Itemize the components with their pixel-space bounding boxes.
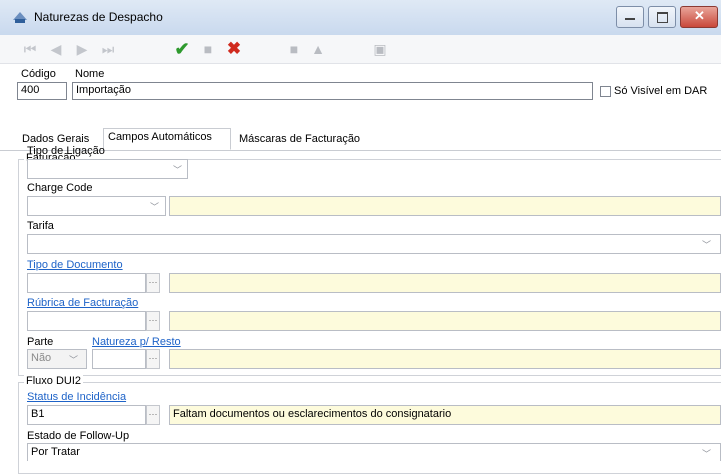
so-visivel-label: Só Visível em DAR: [614, 85, 708, 97]
rubrica-description: [169, 311, 721, 331]
chevron-down-icon: ﹀: [702, 449, 712, 459]
charge-code-label: Charge Code: [27, 182, 93, 194]
tarifa-label: Tarifa: [27, 220, 54, 232]
tipo-documento-link[interactable]: Tipo de Documento: [27, 259, 123, 271]
tipo-documento-field[interactable]: [27, 273, 146, 293]
status-incidencia-lookup-button[interactable]: ···: [146, 405, 160, 425]
tipo-ligacao-select[interactable]: [27, 159, 188, 179]
nome-label: Nome: [75, 68, 105, 80]
minimize-button[interactable]: [616, 6, 644, 28]
cancel-icon[interactable]: ✖: [224, 39, 244, 59]
prev-record-icon[interactable]: ◀: [46, 39, 66, 59]
maximize-button[interactable]: [648, 6, 676, 28]
codigo-field[interactable]: 400: [17, 82, 67, 100]
search-icon[interactable]: ▲: [308, 39, 328, 59]
tarifa-select[interactable]: [27, 234, 721, 254]
maximize-icon: [657, 12, 668, 23]
app-icon: [12, 10, 28, 24]
minimize-icon: [625, 18, 635, 20]
status-incidencia-link[interactable]: Status de Incidência: [27, 391, 126, 403]
stop-icon[interactable]: ■: [198, 39, 218, 59]
chevron-down-icon: ﹀: [173, 165, 183, 175]
last-record-icon[interactable]: ⏭: [98, 39, 118, 59]
natureza-resto-link[interactable]: Natureza p/ Resto: [92, 336, 181, 348]
first-record-icon[interactable]: ⏮: [20, 39, 40, 59]
status-incidencia-description: Faltam documentos ou esclarecimentos do …: [169, 405, 721, 425]
chevron-down-icon: ﹀: [150, 202, 160, 212]
chevron-down-icon: ﹀: [69, 355, 79, 365]
estado-follow-up-select[interactable]: Por Tratar: [27, 443, 721, 461]
parte-label: Parte: [27, 336, 54, 348]
print-icon[interactable]: ▣: [370, 39, 390, 59]
rubrica-link[interactable]: Rúbrica de Facturação: [27, 297, 138, 309]
window-title: Naturezas de Despacho: [34, 10, 163, 24]
natureza-resto-field[interactable]: [92, 349, 146, 369]
fluxo-legend: Fluxo DUI2: [24, 375, 84, 387]
tab-mascaras-facturacao[interactable]: Máscaras de Facturação: [235, 131, 364, 149]
rubrica-lookup-button[interactable]: ···: [146, 311, 160, 331]
tipo-documento-description: [169, 273, 721, 293]
tipo-documento-lookup-button[interactable]: ···: [146, 273, 160, 293]
natureza-resto-lookup-button[interactable]: ···: [146, 349, 160, 369]
nome-field[interactable]: Importação: [72, 82, 593, 100]
document-icon[interactable]: ■: [284, 39, 304, 59]
so-visivel-checkbox[interactable]: [600, 86, 611, 97]
rubrica-field[interactable]: [27, 311, 146, 331]
close-icon: ✕: [694, 8, 705, 23]
close-button[interactable]: ✕: [680, 6, 718, 28]
estado-follow-up-label: Estado de Follow-Up: [27, 430, 130, 442]
next-record-icon[interactable]: ▶: [72, 39, 92, 59]
confirm-icon[interactable]: ✔: [172, 39, 192, 59]
tipo-ligacao-label: Tipo de Ligação: [27, 145, 105, 157]
codigo-label: Código: [21, 68, 56, 80]
chevron-down-icon: ﹀: [702, 240, 712, 250]
natureza-resto-description: [169, 349, 721, 369]
status-incidencia-field[interactable]: B1: [27, 405, 146, 425]
tab-campos-automaticos[interactable]: Campos Automáticos: [103, 128, 231, 150]
charge-code-description: [169, 196, 721, 216]
charge-code-select[interactable]: [27, 196, 166, 216]
